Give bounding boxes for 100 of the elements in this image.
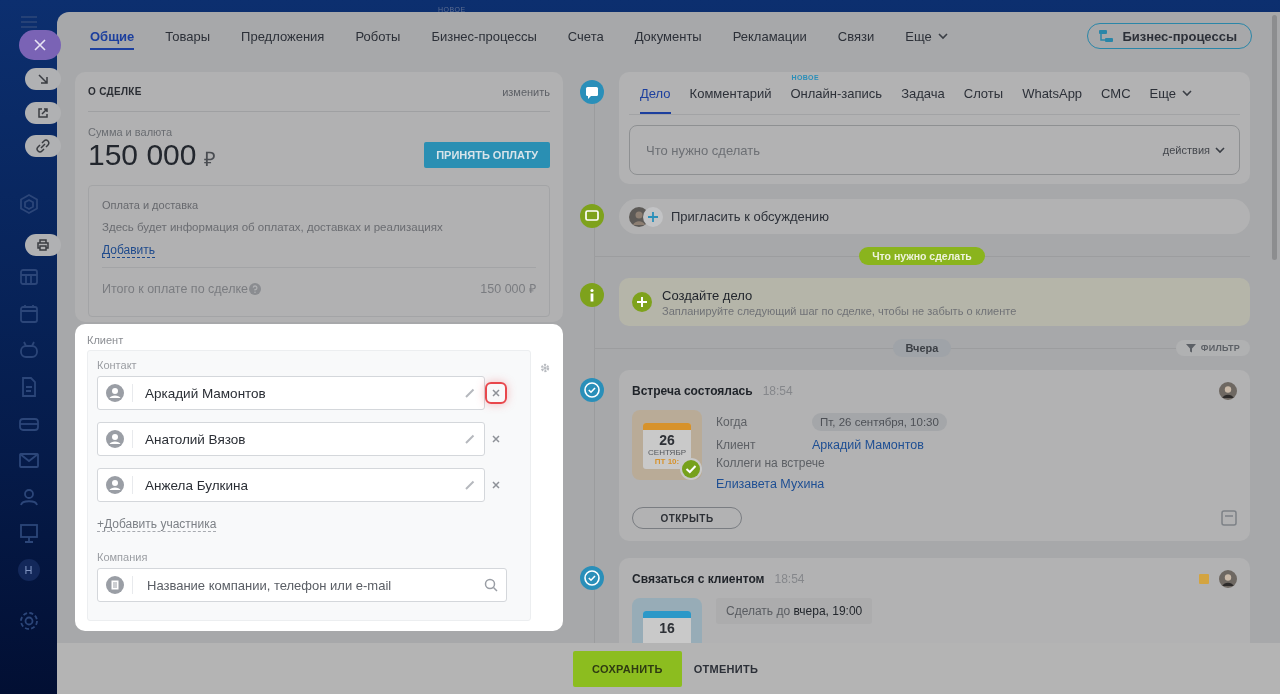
scrollbar[interactable]: [1272, 15, 1277, 260]
person-icon: [106, 384, 124, 402]
external-link-icon[interactable]: [36, 106, 50, 120]
info-text: Здесь будет информация об оплатах, доставках и реализациях: [102, 221, 444, 233]
avatar: [1219, 570, 1237, 588]
edit-link[interactable]: изменить: [502, 85, 550, 98]
calendar-month: СЕНТЯБР: [647, 448, 687, 457]
process-icon: [1098, 29, 1115, 43]
tab[interactable]: Общие: [90, 12, 135, 60]
settings-icon[interactable]: [539, 362, 551, 374]
tab[interactable]: Документы: [634, 12, 702, 60]
plus-icon: [643, 206, 663, 227]
contact-field[interactable]: Анжела Булкина: [97, 468, 485, 502]
avatar: [1219, 382, 1237, 400]
chat-icon: [580, 204, 604, 228]
tab[interactable]: WhatsApp: [1022, 72, 1083, 114]
cancel-button[interactable]: ОТМЕНИТЬ: [693, 662, 759, 675]
chat-icon: [580, 80, 604, 104]
section-label: Клиент: [87, 334, 125, 346]
amount-value: 150 000: [88, 138, 197, 172]
hexagon-icon[interactable]: [17, 193, 40, 215]
help-icon[interactable]: [249, 282, 261, 295]
check-icon: [580, 378, 604, 402]
date-badge: Пт, 26 сентября, 10:30: [812, 412, 947, 431]
add-link[interactable]: Добавить: [102, 243, 156, 258]
tab[interactable]: Слоты: [963, 72, 1004, 114]
pencil-icon[interactable]: [464, 433, 476, 445]
tab[interactable]: Связи: [837, 12, 875, 60]
actions-dropdown[interactable]: действия: [1162, 144, 1225, 156]
close-icon[interactable]: [492, 389, 500, 397]
info-icon: [580, 283, 604, 307]
calendar-day: 16: [643, 620, 691, 636]
external-link-button[interactable]: [25, 102, 61, 124]
tab[interactable]: Роботы: [355, 12, 401, 60]
tab[interactable]: Задача: [901, 72, 945, 114]
user-avatar[interactable]: Н: [17, 558, 40, 581]
settings-icon[interactable]: [17, 609, 40, 632]
currency-sign: ₽: [204, 146, 217, 172]
tab[interactable]: Счета: [567, 12, 604, 60]
panel-title: Оплата и доставка: [102, 199, 200, 211]
card-title: Встреча состоялась: [632, 384, 753, 398]
calendar-icon[interactable]: [17, 302, 40, 325]
caret-icon[interactable]: [937, 32, 948, 40]
close-icon[interactable]: [492, 481, 500, 489]
field-label: Контакт: [97, 359, 138, 371]
field-label: Клиент: [716, 437, 757, 452]
tab[interactable]: Бизнес-процессы: [431, 12, 537, 60]
person-icon: [106, 430, 124, 448]
printer-button[interactable]: [25, 234, 61, 256]
company-search-input[interactable]: Название компании, телефон или e-mail: [145, 576, 484, 594]
link-icon[interactable]: [36, 139, 50, 153]
plus-icon: [632, 292, 652, 312]
invite-button[interactable]: Пригласить к обсуждению: [619, 199, 1250, 234]
tab[interactable]: Еще: [905, 12, 948, 60]
close-icon[interactable]: [492, 435, 500, 443]
client-link[interactable]: Аркадий Мамонтов: [812, 437, 924, 452]
save-button[interactable]: СОХРАНИТЬ: [573, 650, 682, 687]
caret-icon[interactable]: [1215, 146, 1225, 154]
funnel-icon: [1185, 343, 1196, 353]
colleague-link[interactable]: Елизавета Мухина: [716, 477, 825, 491]
calendar-time: ПТ 10:: [653, 457, 681, 466]
date-badge: Вчера: [892, 339, 952, 357]
task-input-field[interactable]: Что нужно сделать действия: [629, 125, 1240, 175]
filter-button[interactable]: ФИЛЬТР: [1175, 340, 1250, 356]
tab[interactable]: Комментарий: [689, 72, 772, 114]
company-search-field[interactable]: Название компании, телефон или e-mail: [97, 568, 507, 602]
arrow-icon[interactable]: [36, 72, 50, 86]
tab[interactable]: Дело: [640, 72, 671, 114]
card-title: Создайте дело: [662, 287, 754, 303]
task-input[interactable]: Что нужно сделать: [644, 141, 1163, 159]
contact-field[interactable]: Анатолий Вязов: [97, 422, 485, 456]
pencil-icon[interactable]: [464, 479, 476, 491]
create-task-card[interactable]: Создайте дело Запланируйте следующий шаг по сделке, чтобы не забыть о клиенте: [619, 278, 1250, 326]
person-icon: [106, 476, 124, 494]
tab[interactable]: СМС: [1101, 72, 1131, 114]
status-badge: Что нужно сделать: [859, 247, 985, 265]
arrow-button[interactable]: [25, 68, 61, 90]
printer-icon[interactable]: [36, 238, 50, 252]
field-label: Когда: [716, 414, 749, 429]
presentation-icon[interactable]: [17, 522, 40, 545]
remove-button[interactable]: [485, 382, 507, 404]
tab[interactable]: Товары: [165, 12, 211, 60]
pencil-icon[interactable]: [464, 387, 476, 399]
tab[interactable]: Рекламации: [732, 12, 807, 60]
field-label: Коллеги на встрече: [716, 456, 826, 472]
check-icon: [580, 566, 604, 590]
close-button[interactable]: [19, 30, 61, 60]
contact-field[interactable]: Аркадий Мамонтов: [97, 376, 485, 410]
deadline-badge: Сделать до вчера, 19:00: [716, 598, 873, 624]
tab[interactable]: Еще: [1149, 72, 1193, 114]
add-participant-link[interactable]: +Добавить участника: [97, 517, 217, 532]
caret-icon[interactable]: [1182, 89, 1193, 97]
note-icon[interactable]: [1221, 510, 1237, 526]
calendar-day: 26: [643, 432, 691, 448]
link-button[interactable]: [25, 135, 61, 157]
card-title: Связаться с клиентом: [632, 572, 765, 586]
search-icon[interactable]: [484, 578, 498, 592]
field-label: Сумма и валюта: [88, 126, 174, 138]
tab[interactable]: Предложения: [241, 12, 325, 60]
field-label: Компания: [97, 551, 149, 563]
